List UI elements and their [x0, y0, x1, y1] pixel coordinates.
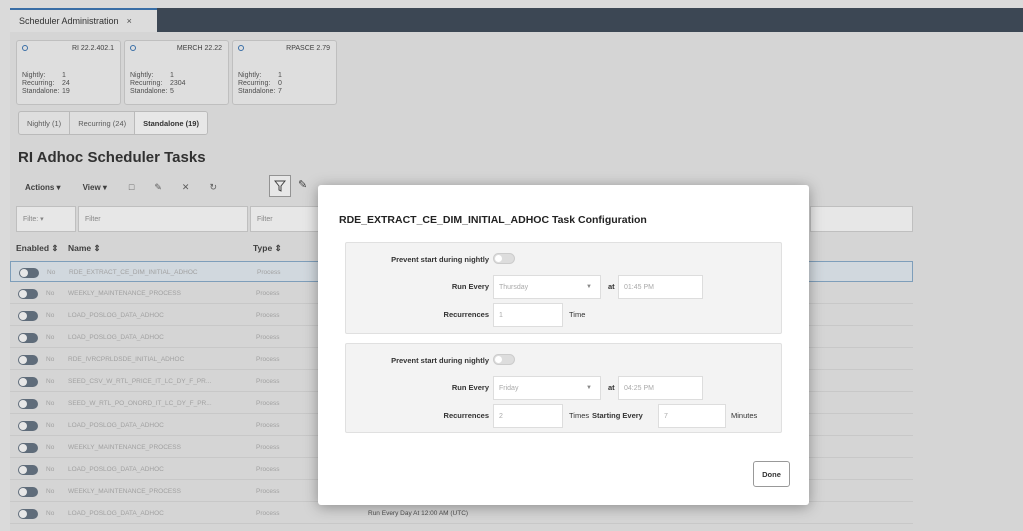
schedule-section-2: Prevent start during nightly Run Every F… [345, 343, 782, 433]
run-every-label: Run Every [451, 383, 489, 392]
prevent-nightly-toggle[interactable] [493, 354, 515, 365]
time-input[interactable]: 04:25 PM [618, 376, 703, 400]
prevent-nightly-label: Prevent start during nightly [391, 255, 489, 264]
recurrences-input[interactable]: 1 [493, 303, 563, 327]
day-select[interactable]: Friday ▼ [493, 376, 601, 400]
recurrence-unit: Time [569, 310, 586, 319]
prevent-nightly-label: Prevent start during nightly [391, 356, 489, 365]
prevent-nightly-toggle[interactable] [493, 253, 515, 264]
day-select[interactable]: Thursday ▼ [493, 275, 601, 299]
at-label: at [608, 282, 615, 291]
at-label: at [608, 383, 615, 392]
done-button[interactable]: Done [753, 461, 790, 487]
recurrences-label: Recurrences [443, 411, 489, 420]
run-every-label: Run Every [451, 282, 489, 291]
starting-every-label: Starting Every [592, 411, 643, 420]
schedule-section-1: Prevent start during nightly Run Every T… [345, 242, 782, 334]
chevron-down-icon: ▼ [586, 284, 592, 290]
day-value: Friday [499, 384, 519, 392]
recurrences-label: Recurrences [443, 310, 489, 319]
dialog-title: RDE_EXTRACT_CE_DIM_INITIAL_ADHOC Task Co… [339, 214, 647, 226]
task-configuration-dialog: RDE_EXTRACT_CE_DIM_INITIAL_ADHOC Task Co… [318, 185, 809, 505]
time-input[interactable]: 01:45 PM [618, 275, 703, 299]
day-value: Thursday [499, 283, 529, 291]
interval-input[interactable]: 7 [658, 404, 726, 428]
recurrence-unit: Times [569, 411, 590, 420]
minutes-label: Minutes [731, 411, 758, 420]
recurrences-input[interactable]: 2 [493, 404, 563, 428]
chevron-down-icon: ▼ [586, 385, 592, 391]
